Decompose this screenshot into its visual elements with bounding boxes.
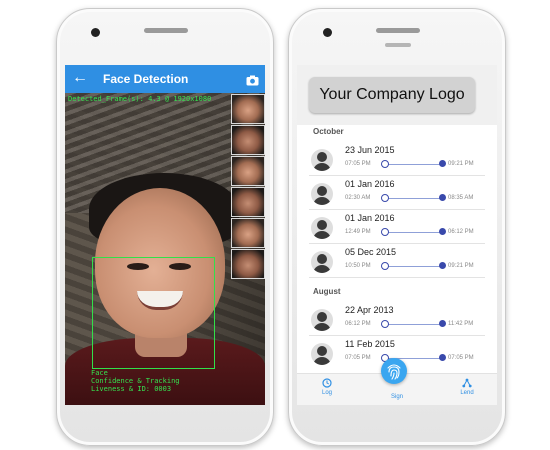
face-thumbnail[interactable] xyxy=(231,218,265,248)
section-label: August xyxy=(313,287,341,296)
right-phone-frame: Your Company Logo October 23 Jun 2015 07… xyxy=(288,8,506,446)
face-detection-box xyxy=(92,257,215,369)
avatar xyxy=(311,309,333,331)
page-title: Face Detection xyxy=(103,72,189,86)
end-handle[interactable] xyxy=(439,160,446,167)
log-entry[interactable]: 05 Dec 2015 10:50 PM 09:21 PM xyxy=(297,245,497,277)
fingerprint-button[interactable] xyxy=(381,358,407,384)
entry-date: 22 Apr 2013 xyxy=(345,305,394,315)
avatar xyxy=(311,183,333,205)
entry-date: 11 Feb 2015 xyxy=(345,339,395,349)
share-nodes-icon xyxy=(462,378,472,388)
end-handle[interactable] xyxy=(439,262,446,269)
start-time: 02:30 AM xyxy=(345,195,371,201)
detected-faces-strip xyxy=(229,93,265,280)
log-entry[interactable]: 22 Apr 2013 06:12 PM 11:42 PM xyxy=(297,303,497,335)
end-handle[interactable] xyxy=(439,320,446,327)
divider xyxy=(309,335,485,336)
company-logo: Your Company Logo xyxy=(309,77,475,113)
box-label-liveness: Liveness & ID: 0003 xyxy=(91,385,172,393)
log-entry[interactable]: 23 Jun 2015 07:05 PM 09:21 PM xyxy=(297,143,497,175)
front-camera xyxy=(323,28,332,37)
start-time: 10:50 PM xyxy=(345,263,371,269)
frames-readout: Detected_Frame(s): 4.3 @ 1920x1080 xyxy=(68,95,212,103)
nav-sign-label: Sign xyxy=(390,394,403,400)
nav-lend[interactable]: Lend xyxy=(447,378,487,396)
end-time: 09:21 PM xyxy=(448,263,474,269)
nav-log[interactable]: Log xyxy=(307,378,347,396)
log-entry[interactable]: 01 Jan 2016 12:49 PM 06:12 PM xyxy=(297,211,497,243)
face-thumbnail[interactable] xyxy=(231,156,265,186)
end-handle[interactable] xyxy=(439,228,446,235)
face-thumbnail[interactable] xyxy=(231,249,265,279)
app-bar: ← Face Detection xyxy=(65,65,265,93)
avatar xyxy=(311,251,333,273)
start-handle[interactable] xyxy=(381,320,389,328)
time-range-track xyxy=(384,266,442,267)
box-label-face: Face xyxy=(91,369,108,377)
avatar xyxy=(311,343,333,365)
entry-date: 05 Dec 2015 xyxy=(345,247,397,257)
section-label: October xyxy=(313,127,344,136)
header: Your Company Logo xyxy=(297,65,497,125)
start-time: 06:12 PM xyxy=(345,321,371,327)
start-time: 12:49 PM xyxy=(345,229,371,235)
logo-text: Your Company Logo xyxy=(319,86,465,103)
divider xyxy=(309,277,485,278)
speaker-grille xyxy=(144,28,188,33)
divider xyxy=(309,243,485,244)
start-time: 07:05 PM xyxy=(345,161,371,167)
start-handle[interactable] xyxy=(381,194,389,202)
box-label-confidence: Confidence & Tracking xyxy=(91,377,180,385)
front-camera xyxy=(91,28,100,37)
end-handle[interactable] xyxy=(439,354,446,361)
end-time: 08:35 AM xyxy=(448,195,474,201)
speaker-grille xyxy=(376,28,420,33)
nav-lend-label: Lend xyxy=(460,390,474,396)
clock-icon xyxy=(322,378,332,388)
nav-log-label: Log xyxy=(321,390,332,396)
end-time: 06:12 PM xyxy=(448,229,474,235)
entry-date: 01 Jan 2016 xyxy=(345,213,395,223)
time-range-track xyxy=(384,164,442,165)
fingerprint-icon xyxy=(387,364,401,380)
time-range-track xyxy=(384,324,442,325)
face-thumbnail[interactable] xyxy=(231,187,265,217)
face-thumbnail[interactable] xyxy=(231,125,265,155)
end-time: 07:05 PM xyxy=(448,355,474,361)
time-range-track xyxy=(384,232,442,233)
entry-date: 23 Jun 2015 xyxy=(345,145,395,155)
attendance-log-screen: Your Company Logo October 23 Jun 2015 07… xyxy=(297,65,497,405)
nav-sign[interactable]: Sign xyxy=(377,394,417,400)
face-thumbnail[interactable] xyxy=(231,94,265,124)
divider xyxy=(309,175,485,176)
end-time: 09:21 PM xyxy=(448,161,474,167)
arrow-left-icon[interactable]: ← xyxy=(72,70,88,86)
end-time: 11:42 PM xyxy=(448,321,474,327)
start-handle[interactable] xyxy=(381,262,389,270)
face-detection-screen: Detected_Frame(s): 4.3 @ 1920x1080 Face … xyxy=(65,65,265,405)
end-handle[interactable] xyxy=(439,194,446,201)
start-time: 07:05 PM xyxy=(345,355,371,361)
divider xyxy=(309,209,485,210)
time-range-track xyxy=(384,198,442,199)
camera-icon[interactable] xyxy=(246,73,259,91)
start-handle[interactable] xyxy=(381,228,389,236)
entry-date: 01 Jan 2016 xyxy=(345,179,395,189)
avatar xyxy=(311,217,333,239)
avatar xyxy=(311,149,333,171)
log-entry[interactable]: 01 Jan 2016 02:30 AM 08:35 AM xyxy=(297,177,497,209)
proximity-sensor xyxy=(385,43,411,47)
left-phone-frame: Detected_Frame(s): 4.3 @ 1920x1080 Face … xyxy=(56,8,274,446)
start-handle[interactable] xyxy=(381,160,389,168)
